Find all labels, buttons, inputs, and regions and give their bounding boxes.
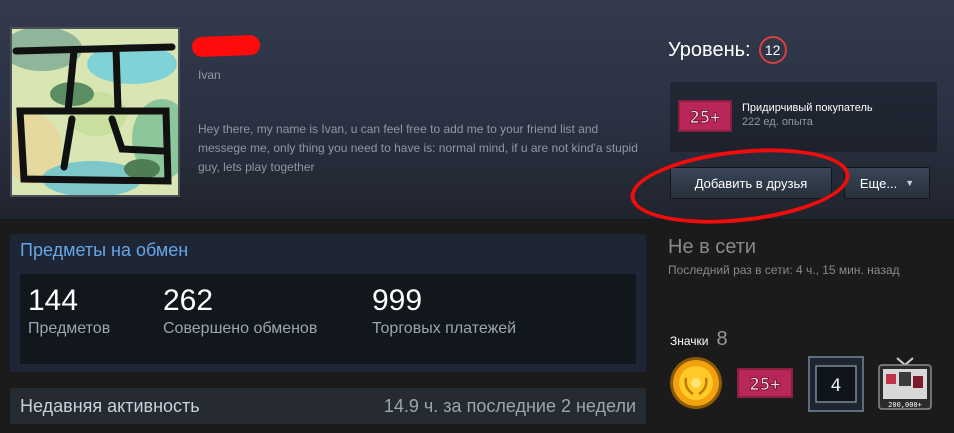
stat-value: 144 <box>28 284 79 317</box>
fav-badge-icon-text: 25+ <box>690 108 721 128</box>
online-status: Не в сети <box>668 236 757 258</box>
more-button[interactable]: Еще... ▼ <box>844 167 930 199</box>
badges-header[interactable]: Значки 8 <box>670 328 728 351</box>
chevron-down-icon: ▼ <box>905 178 915 188</box>
trade-items-panel: Предметы на обмен 144 Предметов 262 Сове… <box>10 234 646 372</box>
stat-label: Предметов <box>28 320 111 337</box>
trade-items-title[interactable]: Предметы на обмен <box>20 240 188 261</box>
stat-market-transactions[interactable]: 999 Торговых платежей <box>372 284 516 338</box>
add-friend-button[interactable]: Добавить в друзья <box>670 167 832 199</box>
level-badge[interactable]: 12 <box>758 36 787 64</box>
badge-tv-text: 200,000+ <box>888 401 922 409</box>
25-plus-badge-icon[interactable]: 25+ <box>737 368 793 398</box>
retro-tv-badge-icon[interactable]: 200,000+ <box>875 352 935 412</box>
persona-name-redacted <box>191 34 261 58</box>
real-name: Ivan <box>198 68 221 82</box>
gold-coin-graphic <box>670 357 722 409</box>
stat-value: 999 <box>372 284 423 317</box>
retro-tv-graphic: 200,000+ <box>878 357 932 410</box>
favorite-badge-title: Придирчивый покупатель <box>742 102 873 114</box>
trade-stats: 144 Предметов 262 Совершено обменов 999 … <box>20 274 636 364</box>
profile-summary: Hey there, my name is Ivan, u can feel f… <box>198 122 638 174</box>
more-label: Еще... <box>859 175 898 191</box>
badge-4-text: 4 <box>831 376 842 396</box>
profile-level: Уровень: 12 <box>668 36 787 64</box>
favorite-badge[interactable]: 25+ Придирчивый покупатель 222 ед. опыта <box>670 82 937 152</box>
level-4-badge-icon[interactable]: 4 <box>808 356 864 412</box>
recent-activity-title: Недавняя активность <box>20 396 200 416</box>
profile-header: Ivan Hey there, my name is Ivan, u can f… <box>0 0 954 234</box>
level-label: Уровень: <box>668 38 751 61</box>
stat-value: 262 <box>163 284 214 317</box>
level-4-graphic: 4 <box>808 356 864 412</box>
last-online-text: Последний раз в сети: 4 ч., 15 мин. наза… <box>668 263 900 277</box>
add-friend-label: Добавить в друзья <box>694 175 808 191</box>
stat-trades[interactable]: 262 Совершено обменов <box>163 284 317 338</box>
favorite-badge-xp: 222 ед. опыта <box>742 116 813 128</box>
avatar[interactable] <box>10 27 180 197</box>
stat-items[interactable]: 144 Предметов <box>28 284 110 338</box>
badges-count: 8 <box>716 328 728 350</box>
stat-label: Торговых платежей <box>372 320 517 337</box>
gold-laurel-coin-icon[interactable] <box>669 356 723 410</box>
stat-label: Совершено обменов <box>163 320 318 337</box>
recent-activity-header: Недавняя активность 14.9 ч. за последние… <box>10 388 646 424</box>
badges-label: Значки <box>670 334 709 348</box>
badge-25-text: 25+ <box>750 375 781 395</box>
25-plus-graphic: 25+ <box>737 368 793 398</box>
recent-activity-hours: 14.9 ч. за последние 2 недели <box>383 396 636 416</box>
25-plus-badge-icon: 25+ <box>678 100 732 132</box>
avatar-drawing <box>12 29 178 195</box>
